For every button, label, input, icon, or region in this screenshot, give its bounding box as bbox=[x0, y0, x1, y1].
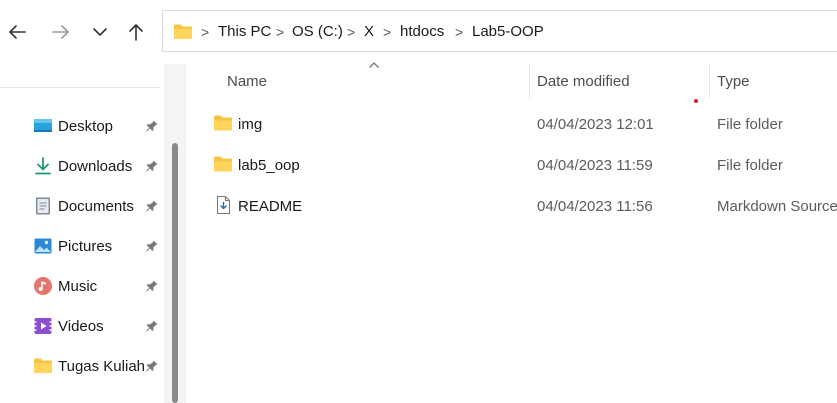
up-button[interactable] bbox=[124, 20, 148, 44]
sidebar-scrollbar-thumb[interactable] bbox=[172, 143, 178, 403]
pin-icon[interactable] bbox=[145, 319, 159, 333]
folder-icon bbox=[213, 155, 233, 173]
pin-icon[interactable] bbox=[145, 239, 159, 253]
forward-button[interactable] bbox=[49, 20, 73, 44]
back-button[interactable] bbox=[5, 20, 29, 44]
column-divider[interactable] bbox=[529, 64, 530, 98]
breadcrumb-separator: > bbox=[455, 24, 464, 40]
breadcrumb-lab5-oop[interactable]: Lab5-OOP bbox=[472, 23, 544, 40]
file-type: Markdown Source bbox=[717, 198, 837, 215]
video-icon bbox=[33, 316, 53, 336]
sidebar-item-videos[interactable]: Videos bbox=[0, 308, 165, 344]
arrow-right-icon bbox=[52, 25, 69, 39]
sidebar-item-label: Pictures bbox=[58, 238, 113, 255]
indicator-dot bbox=[694, 99, 698, 103]
sidebar-item-downloads[interactable]: Downloads bbox=[0, 148, 165, 184]
file-date-modified: 04/04/2023 11:59 bbox=[537, 157, 653, 174]
pin-icon[interactable] bbox=[145, 199, 159, 213]
desktop-icon bbox=[33, 116, 53, 136]
sidebar-item-label: Documents bbox=[58, 198, 134, 215]
music-icon bbox=[33, 276, 53, 296]
file-name: README bbox=[238, 198, 303, 215]
breadcrumb-separator: > bbox=[276, 24, 285, 40]
sidebar-item-documents[interactable]: Documents bbox=[0, 188, 165, 224]
pin-icon[interactable] bbox=[145, 159, 159, 173]
address-bar[interactable]: > This PC > OS (C:) > X > htdocs > Lab5-… bbox=[162, 10, 837, 52]
arrow-up-icon bbox=[129, 24, 143, 41]
pin-icon[interactable] bbox=[145, 119, 159, 133]
folder-icon bbox=[213, 114, 233, 132]
download-icon bbox=[33, 156, 53, 176]
sidebar-item-label: Desktop bbox=[58, 118, 114, 135]
breadcrumb-htdocs[interactable]: htdocs bbox=[400, 23, 444, 40]
file-type: File folder bbox=[717, 116, 783, 133]
file-row[interactable]: lab5_oop 04/04/2023 11:59 File folder bbox=[205, 145, 837, 185]
file-date-modified: 04/04/2023 11:56 bbox=[537, 198, 653, 215]
breadcrumb-separator: > bbox=[347, 24, 356, 40]
sidebar-item-label: Downloads bbox=[58, 158, 133, 175]
markdown-file-icon bbox=[213, 196, 233, 214]
file-date-modified: 04/04/2023 12:01 bbox=[537, 116, 654, 133]
arrow-left-icon bbox=[9, 25, 26, 39]
sidebar-item-music[interactable]: Music bbox=[0, 268, 165, 304]
file-row[interactable]: README 04/04/2023 11:56 Markdown Source bbox=[205, 186, 837, 226]
breadcrumb-this-pc[interactable]: This PC bbox=[218, 23, 271, 40]
sidebar-item-pictures[interactable]: Pictures bbox=[0, 228, 165, 264]
column-header-name[interactable]: Name bbox=[227, 73, 267, 90]
breadcrumb-os-c[interactable]: OS (C:) bbox=[292, 23, 343, 40]
sidebar-item-label: Music bbox=[58, 278, 98, 295]
folder-icon bbox=[173, 23, 193, 45]
file-type: File folder bbox=[717, 157, 783, 174]
sidebar-item-tugas-kuliah[interactable]: Tugas Kuliah bbox=[0, 348, 165, 384]
file-name: img bbox=[238, 116, 263, 133]
breadcrumb-separator: > bbox=[383, 24, 392, 40]
sidebar-item-label: Tugas Kuliah bbox=[58, 358, 145, 375]
pin-icon[interactable] bbox=[145, 279, 159, 293]
column-divider[interactable] bbox=[709, 64, 710, 98]
pictures-icon bbox=[33, 236, 53, 256]
document-icon bbox=[33, 196, 53, 216]
column-header-type[interactable]: Type bbox=[717, 73, 750, 90]
sidebar-item-desktop[interactable]: Desktop bbox=[0, 108, 165, 144]
pin-icon[interactable] bbox=[145, 359, 159, 373]
sort-ascending-icon bbox=[369, 62, 379, 68]
sidebar-item-label: Videos bbox=[58, 318, 104, 335]
chevron-down-icon bbox=[93, 28, 107, 36]
breadcrumb-separator: > bbox=[201, 24, 210, 40]
folder-icon bbox=[33, 356, 53, 376]
file-row[interactable]: img 04/04/2023 12:01 File folder bbox=[205, 104, 837, 144]
file-name: lab5_oop bbox=[238, 157, 300, 174]
column-header-date-modified[interactable]: Date modified bbox=[537, 73, 630, 90]
sidebar-divider bbox=[0, 87, 160, 88]
breadcrumb-x[interactable]: X bbox=[364, 23, 374, 40]
recent-locations-button[interactable] bbox=[88, 20, 112, 44]
